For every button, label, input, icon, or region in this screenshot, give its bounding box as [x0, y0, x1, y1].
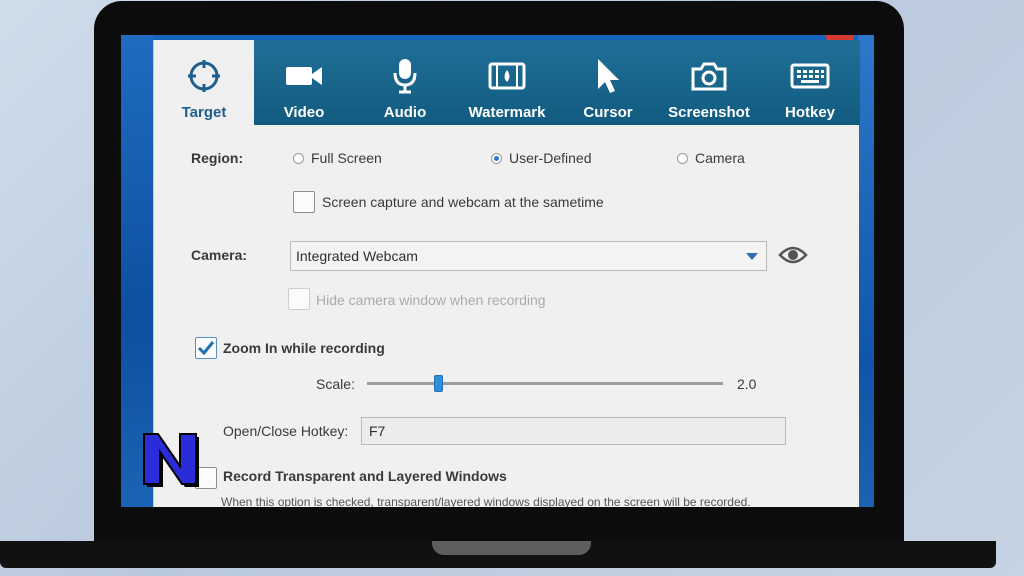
camera-select[interactable]: Integrated Webcam	[290, 241, 767, 271]
radio-user-defined[interactable]	[491, 153, 502, 164]
sametime-checkbox[interactable]	[293, 191, 315, 213]
radio-user-defined-label[interactable]: User-Defined	[509, 150, 591, 166]
scale-slider-handle[interactable]	[434, 375, 444, 392]
radio-full-screen-label[interactable]: Full Screen	[311, 150, 382, 166]
camera-label: Camera:	[191, 247, 248, 263]
transparent-description: When this option is checked, transparent…	[221, 495, 751, 507]
cursor-icon	[594, 54, 622, 98]
tab-label: Screenshot	[668, 104, 750, 121]
hotkey-label: Open/Close Hotkey:	[223, 423, 349, 439]
camera-icon	[690, 54, 728, 98]
transparent-label[interactable]: Record Transparent and Layered Windows	[223, 468, 507, 484]
sametime-label[interactable]: Screen capture and webcam at the sametim…	[322, 194, 604, 210]
laptop-notch	[432, 541, 591, 555]
tab-label: Hotkey	[784, 104, 836, 121]
checkmark-icon	[197, 341, 215, 356]
keyboard-icon	[790, 54, 830, 98]
chevron-down-icon	[746, 253, 758, 260]
tab-bar: Target Video Audio Watermark Cursor Scre…	[154, 40, 860, 125]
scale-slider-track[interactable]	[367, 382, 723, 385]
hide-camera-label[interactable]: Hide camera window when recording	[316, 292, 546, 308]
tab-label: Target	[181, 104, 227, 121]
tab-target[interactable]: Target	[154, 40, 254, 125]
tab-label: Video	[283, 104, 325, 121]
tab-label: Watermark	[468, 104, 546, 121]
tab-label: Cursor	[583, 104, 633, 121]
desktop-background-right	[858, 35, 874, 507]
zoom-checkbox[interactable]	[195, 337, 217, 359]
region-label: Region:	[191, 150, 244, 166]
tab-watermark[interactable]: Watermark	[456, 40, 558, 125]
target-icon	[186, 54, 222, 98]
video-camera-icon	[284, 54, 324, 98]
settings-window: Target Video Audio Watermark Cursor Scre…	[153, 40, 860, 507]
hide-camera-checkbox[interactable]	[288, 288, 310, 310]
camera-select-value: Integrated Webcam	[296, 248, 418, 264]
hotkey-value: F7	[369, 423, 386, 439]
watermark-icon	[488, 54, 526, 98]
tab-screenshot[interactable]: Screenshot	[658, 40, 760, 125]
tab-video[interactable]: Video	[254, 40, 354, 125]
microphone-icon	[390, 54, 420, 98]
n-logo	[138, 428, 202, 488]
tab-cursor[interactable]: Cursor	[558, 40, 658, 125]
scale-value: 2.0	[737, 376, 757, 392]
radio-camera-label[interactable]: Camera	[695, 150, 745, 166]
tab-label: Audio	[383, 104, 427, 121]
radio-camera[interactable]	[677, 153, 688, 164]
eye-icon[interactable]	[778, 243, 808, 271]
laptop-screen: Target Video Audio Watermark Cursor Scre…	[121, 35, 874, 507]
zoom-label[interactable]: Zoom In while recording	[223, 340, 385, 356]
tab-hotkey[interactable]: Hotkey	[760, 40, 860, 125]
hotkey-input[interactable]: F7	[361, 417, 786, 445]
target-settings-panel: Region: Full Screen User-Defined Camera …	[154, 125, 860, 507]
radio-full-screen[interactable]	[293, 153, 304, 164]
scale-label: Scale:	[316, 376, 355, 392]
tab-audio[interactable]: Audio	[354, 40, 456, 125]
